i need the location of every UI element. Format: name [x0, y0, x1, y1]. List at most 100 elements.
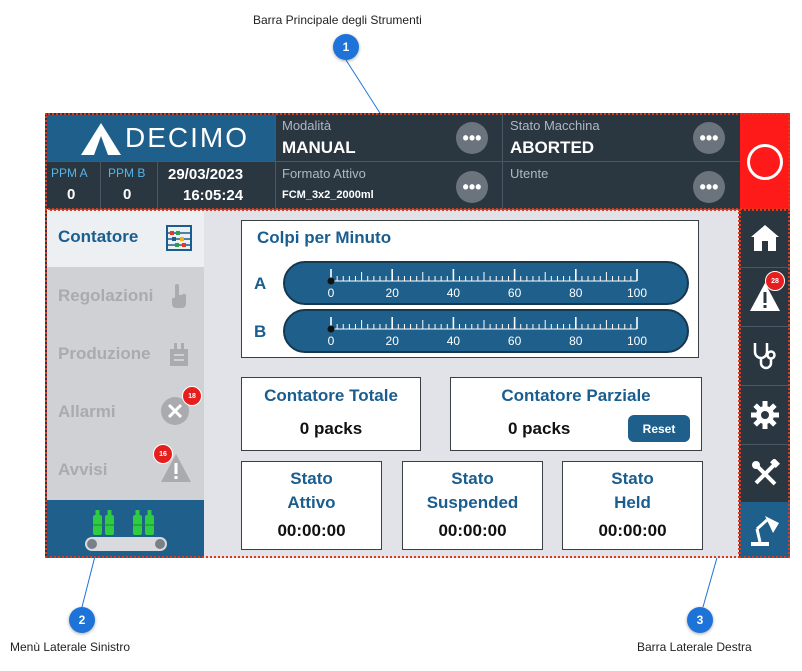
time-value: 16:05:24: [183, 187, 244, 204]
utente-more-button[interactable]: •••: [693, 171, 725, 203]
gauge-needle: [327, 277, 335, 285]
stato-held-line1: Stato: [611, 469, 654, 488]
stato-held-time: 00:00:00: [598, 521, 667, 540]
datetime-cell: 29/03/2023 16:05:24: [158, 162, 275, 209]
menu-item-label: Contatore: [58, 227, 139, 246]
ppm-a-cell: PPM A 0: [45, 162, 100, 209]
cpm-panel: Colpi per Minuto A B 0 20 40 60 80 100 0 20 40 6…: [241, 220, 699, 358]
avvisi-badge: 16: [153, 444, 173, 464]
ppm-b-label: PPM B: [108, 166, 146, 180]
ppm-a-label: PPM A: [51, 166, 88, 180]
menu-item-contatore[interactable]: Contatore: [47, 209, 204, 267]
date-value: 29/03/2023: [168, 166, 244, 183]
gauge-a: 0 20 40 60 80 100: [283, 261, 689, 305]
stato-attivo-line1: Stato: [290, 469, 333, 488]
conveyor-bottles-icon: [85, 510, 167, 551]
conveyor-button[interactable]: [47, 500, 204, 558]
gauge-tick-label: 40: [447, 334, 461, 348]
stato-suspended-panel: Stato Suspended 00:00:00: [402, 461, 543, 550]
gauge-tick-label: 80: [569, 334, 583, 348]
stop-button[interactable]: [740, 113, 790, 209]
gauge-tick-label: 0: [328, 286, 335, 300]
stato-held-line2: Held: [614, 493, 651, 512]
stato-suspended-time: 00:00:00: [438, 521, 507, 540]
decimo-logo: DECIMO: [47, 115, 275, 162]
formato-attivo-more-button[interactable]: •••: [456, 171, 488, 203]
stato-attivo-time: 00:00:00: [277, 521, 346, 540]
formato-attivo-label: Formato Attivo: [282, 166, 366, 181]
menu-item-label: Allarmi: [58, 402, 116, 421]
modalita-label: Modalità: [282, 118, 332, 133]
hmi-screen: DECIMO Modalità MANUAL ••• Stato Macchin…: [45, 113, 790, 558]
gauge-tick-label: 100: [627, 334, 647, 348]
gauge-b-label: B: [254, 322, 267, 341]
menu-item-label: Regolazioni: [58, 286, 154, 305]
gauge-tick-label: 100: [627, 286, 647, 300]
menu-item-regolazioni[interactable]: Regolazioni: [47, 267, 204, 325]
modalita-value: MANUAL: [282, 138, 356, 157]
reset-button[interactable]: Reset: [628, 415, 690, 442]
gear-icon: [751, 401, 779, 429]
machine-icon: [170, 343, 188, 366]
gauge-tick-label: 60: [508, 286, 522, 300]
formato-attivo-value: FCM_3x2_2000ml: [282, 189, 374, 201]
callout-3-label: Barra Laterale Destra: [637, 640, 752, 654]
gauge-tick-label: 40: [447, 286, 461, 300]
ppm-a-value: 0: [67, 186, 76, 203]
callout-3-badge: 3: [687, 607, 713, 633]
main-content: Colpi per Minuto A B 0 20 40 60 80 100 0 20 40 6…: [204, 209, 739, 558]
menu-item-avvisi[interactable]: Avvisi 16: [47, 441, 204, 499]
utente-cell: Utente •••: [503, 162, 740, 209]
right-bar-lamp[interactable]: [740, 502, 790, 558]
stato-macchina-more-button[interactable]: •••: [693, 122, 725, 154]
menu-item-allarmi[interactable]: Allarmi 18: [47, 383, 204, 441]
formato-attivo-cell: Formato Attivo FCM_3x2_2000ml •••: [276, 162, 502, 209]
tools-icon: [752, 459, 780, 486]
right-bar-warnings-badge: 28: [765, 271, 785, 291]
gauge-tick-label: 80: [569, 286, 583, 300]
right-bar-home[interactable]: [740, 209, 790, 267]
menu-item-produzione[interactable]: Produzione: [47, 325, 204, 383]
gauge-tick-label: 0: [328, 334, 335, 348]
right-bar: 28: [740, 209, 790, 558]
contatore-parziale-value: 0 packs: [508, 419, 571, 438]
cpm-title: Colpi per Minuto: [257, 228, 392, 247]
right-bar-tools[interactable]: [740, 445, 790, 503]
stato-suspended-line1: Stato: [451, 469, 494, 488]
contatore-totale-panel: Contatore Totale 0 packs: [241, 377, 421, 451]
logo-triangle-icon: [81, 123, 121, 155]
utente-label: Utente: [510, 166, 549, 181]
modalita-cell: Modalità MANUAL •••: [276, 113, 502, 161]
stato-held-panel: Stato Held 00:00:00: [562, 461, 703, 550]
contatore-totale-value: 0 packs: [299, 419, 363, 438]
callout-2-label: Menù Laterale Sinistro: [10, 640, 131, 654]
contatore-parziale-title: Contatore Parziale: [501, 386, 651, 405]
stato-macchina-cell: Stato Macchina ABORTED •••: [503, 113, 740, 161]
menu-item-label: Produzione: [58, 344, 151, 363]
logo-text: DECIMO: [125, 122, 249, 153]
ppm-b-value: 0: [123, 186, 132, 203]
gauge-tick-label: 20: [386, 334, 400, 348]
ppm-b-cell: PPM B 0: [101, 162, 157, 209]
right-bar-diagnostics[interactable]: [740, 327, 790, 385]
right-bar-settings[interactable]: [740, 386, 790, 444]
gauge-tick-label: 20: [386, 286, 400, 300]
home-icon: [751, 225, 779, 251]
gauge-tick-label: 60: [508, 334, 522, 348]
gauge-needle: [327, 325, 335, 333]
abacus-icon: [166, 225, 192, 251]
stop-circle-icon: [747, 144, 783, 180]
callout-2-badge: 2: [69, 607, 95, 633]
contatore-totale-title: Contatore Totale: [264, 386, 398, 405]
stato-macchina-value: ABORTED: [510, 138, 595, 157]
stato-attivo-panel: Stato Attivo 00:00:00: [241, 461, 382, 550]
callout-1-badge: 1: [333, 34, 359, 60]
modalita-more-button[interactable]: •••: [456, 122, 488, 154]
hand-pointer-icon: [172, 284, 187, 308]
stato-attivo-line2: Attivo: [287, 493, 336, 512]
lamp-icon: [751, 516, 779, 546]
stato-macchina-label: Stato Macchina: [510, 118, 600, 133]
stethoscope-icon: [753, 343, 776, 370]
left-menu: Contatore Regolazioni Produzione Allarmi…: [47, 209, 204, 558]
menu-item-label: Avvisi: [58, 460, 108, 479]
